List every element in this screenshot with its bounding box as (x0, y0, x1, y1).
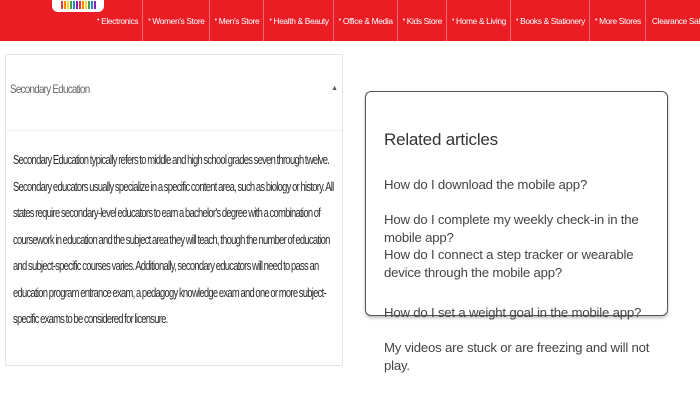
accordion-title: Secondary Education (10, 82, 90, 96)
store-nav-list: • Electronics • Women's Store • Men's Store… (92, 0, 700, 41)
nav-item-label: Electronics (101, 15, 139, 26)
nav-item-office-media[interactable]: • Office & Media (334, 0, 398, 41)
nav-item-label: Clearance Sale 2022 (651, 15, 700, 26)
nav-item-books-stationery[interactable]: • Books & Stationery (511, 0, 591, 41)
related-link-step-tracker[interactable]: How do I connect a step tracker or weara… (384, 246, 664, 282)
nav-item-label: Women's Store (152, 15, 205, 26)
nav-item-label: Office & Media (342, 15, 393, 26)
nav-item-label: Men's Store (218, 15, 260, 26)
related-link-weight-goal[interactable]: How do I set a weight goal in the mobile… (384, 304, 641, 322)
bullet-icon: • (338, 17, 341, 24)
nav-item-kids-store[interactable]: • Kids Store (398, 0, 447, 41)
nav-item-label: Health & Beauty (273, 15, 329, 26)
caret-up-icon[interactable]: ▲ (331, 85, 338, 92)
faq-accordion: Secondary Education ▲ Secondary Educatio… (5, 54, 343, 366)
nav-item-label: Books & Stationery (520, 15, 586, 26)
bullet-icon: • (148, 17, 151, 24)
nav-item-mens-store[interactable]: • Men's Store (210, 0, 265, 41)
bullet-icon: • (269, 17, 272, 24)
nav-item-womens-store[interactable]: • Women's Store (143, 0, 210, 41)
bullet-icon: • (595, 17, 598, 24)
nav-item-more-stores[interactable]: • More Stores (590, 0, 646, 41)
bullet-icon: • (97, 17, 100, 24)
nav-item-clearance-sale[interactable]: Clearance Sale 2022 (646, 0, 700, 41)
nav-item-health-beauty[interactable]: • Health & Beauty (264, 0, 334, 41)
nav-item-label: Home & Living (456, 15, 506, 26)
bullet-icon: • (515, 17, 519, 24)
related-link-videos-freezing[interactable]: My videos are stuck or are freezing and … (384, 339, 664, 375)
nav-item-electronics[interactable]: • Electronics (92, 0, 144, 41)
nav-item-label: More Stores (599, 15, 641, 26)
related-articles-title: Related articles (384, 130, 498, 149)
bullet-icon: • (402, 17, 405, 24)
accordion-body-text: Secondary Education typically refers to … (13, 153, 334, 326)
bullet-icon: • (214, 17, 217, 24)
related-link-weekly-check-in[interactable]: How do I complete my weekly check-in in … (384, 211, 664, 247)
nav-item-home-living[interactable]: • Home & Living (447, 0, 511, 41)
accordion-header[interactable]: Secondary Education ▲ (6, 55, 342, 131)
related-articles-box (365, 91, 668, 316)
related-link-download-app[interactable]: How do I download the mobile app? (384, 176, 587, 194)
top-navigation-bar: • Electronics • Women's Store • Men's Store… (0, 0, 700, 41)
nav-item-label: Kids Store (406, 15, 442, 26)
bullet-icon: • (451, 17, 455, 24)
